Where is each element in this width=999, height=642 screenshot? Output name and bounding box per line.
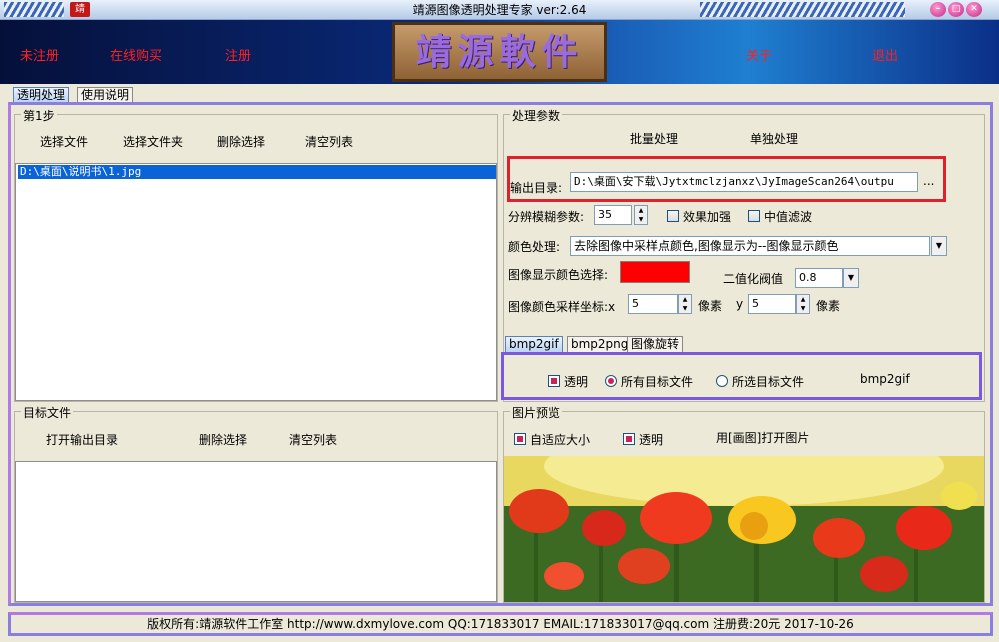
median-filter-checkbox[interactable] [748, 210, 760, 222]
y-unit-label: 像素 [816, 299, 841, 313]
fit-size-checkbox[interactable] [514, 433, 526, 445]
blur-param-spinner[interactable]: ▲ ▼ [634, 205, 648, 225]
color-process-label: 颜色处理: [508, 240, 561, 254]
step1-title: 第1步 [21, 107, 57, 124]
target-files-title: 目标文件 [21, 404, 74, 421]
window-title: 靖源图像透明处理专家 ver:2.64 [412, 3, 587, 17]
sample-x-spinner[interactable]: ▲ ▼ [678, 294, 692, 314]
blur-param-label: 分辨模糊参数: [508, 210, 585, 224]
banner: 未注册 在线购买 注册 靖源軟件 关于 退出 [0, 20, 999, 84]
blur-param-input[interactable]: 35 [594, 205, 632, 225]
threshold-label: 二值化阀值 [723, 272, 784, 286]
sample-y-spinner[interactable]: ▲ ▼ [796, 294, 810, 314]
bmp2gif-run-button[interactable]: bmp2gif [860, 372, 910, 386]
open-with-paint-button[interactable]: 用[画图]打开图片 [716, 429, 809, 446]
brand-logo: 靖源軟件 [392, 22, 607, 82]
exit-link[interactable]: 退出 [872, 45, 898, 64]
x-unit-label: 像素 [698, 299, 723, 313]
tab-transparent-processing[interactable]: 透明处理 [13, 87, 70, 102]
maximize-button[interactable]: □ [948, 2, 964, 17]
clear-list-button[interactable]: 清空列表 [305, 133, 353, 150]
sample-y-input[interactable]: 5 [748, 294, 796, 314]
register-link[interactable]: 注册 [225, 45, 251, 64]
single-process-button[interactable]: 单独处理 [750, 130, 798, 147]
tab-bmp2gif[interactable]: bmp2gif [505, 336, 563, 352]
y-label: y [736, 297, 744, 311]
about-link[interactable]: 关于 [746, 45, 772, 64]
all-target-files-radio[interactable] [605, 375, 617, 387]
tab-image-rotate[interactable]: 图像旋转 [627, 336, 684, 352]
sample-x-input[interactable]: 5 [628, 294, 678, 314]
target-delete-selected-button[interactable]: 删除选择 [199, 431, 247, 448]
tab-usage-guide[interactable]: 使用说明 [77, 87, 134, 102]
all-target-files-label: 所有目标文件 [621, 375, 694, 389]
sample-coord-label: 图像颜色采样坐标:x [508, 300, 616, 314]
buy-online-link[interactable]: 在线购买 [110, 45, 162, 64]
unregistered-link[interactable]: 未注册 [20, 45, 59, 64]
preview-transparent-label: 透明 [639, 433, 664, 447]
target-file-list[interactable] [15, 461, 497, 602]
chevron-down-icon[interactable]: ▼ [931, 236, 947, 256]
output-dir-label: 输出目录: [510, 181, 563, 195]
threshold-chevron-down-icon[interactable]: ▼ [843, 268, 859, 288]
list-item[interactable]: D:\桌面\说明书\1.jpg [18, 165, 496, 179]
fit-size-label: 自适应大小 [530, 433, 591, 447]
params-title: 处理参数 [510, 107, 563, 124]
preview-image [504, 456, 984, 602]
transparent-label: 透明 [564, 375, 589, 389]
output-dir-field[interactable]: D:\桌面\安下载\Jytxtmclzjanxz\JyImageScan264\… [570, 172, 918, 192]
color-process-select[interactable]: 去除图像中采样点颜色,图像显示为--图像显示颜色 [570, 236, 930, 256]
median-filter-label: 中值滤波 [764, 210, 813, 224]
selected-target-files-label: 所选目标文件 [732, 375, 805, 389]
transparent-checkbox[interactable] [548, 375, 560, 387]
enhance-checkbox[interactable] [667, 210, 679, 222]
enhance-label: 效果加强 [683, 210, 732, 224]
select-file-button[interactable]: 选择文件 [40, 133, 88, 150]
status-bar: 版权所有:靖源软件工作室 http://www.dxmylove.com QQ:… [8, 612, 993, 636]
title-bar: 靖 靖源图像透明处理专家 ver:2.64 – □ ✕ [0, 0, 999, 20]
delete-selected-button[interactable]: 删除选择 [217, 133, 265, 150]
open-output-dir-button[interactable]: 打开输出目录 [46, 431, 118, 448]
preview-title: 图片预览 [510, 404, 563, 421]
display-color-label: 图像显示颜色选择: [508, 268, 609, 282]
close-button[interactable]: ✕ [966, 2, 982, 17]
source-file-list[interactable]: D:\桌面\说明书\1.jpg [15, 163, 497, 401]
display-color-swatch[interactable] [620, 261, 690, 283]
threshold-select[interactable]: 0.8 [795, 268, 843, 288]
preview-transparent-checkbox[interactable] [623, 433, 635, 445]
target-clear-list-button[interactable]: 清空列表 [289, 431, 337, 448]
tulip-photo [504, 456, 984, 602]
browse-button[interactable]: ... [923, 174, 934, 188]
minimize-button[interactable]: – [930, 2, 946, 17]
select-folder-button[interactable]: 选择文件夹 [123, 133, 183, 150]
selected-target-files-radio[interactable] [716, 375, 728, 387]
tab-bmp2png[interactable]: bmp2png [567, 336, 633, 352]
batch-process-button[interactable]: 批量处理 [630, 130, 678, 147]
